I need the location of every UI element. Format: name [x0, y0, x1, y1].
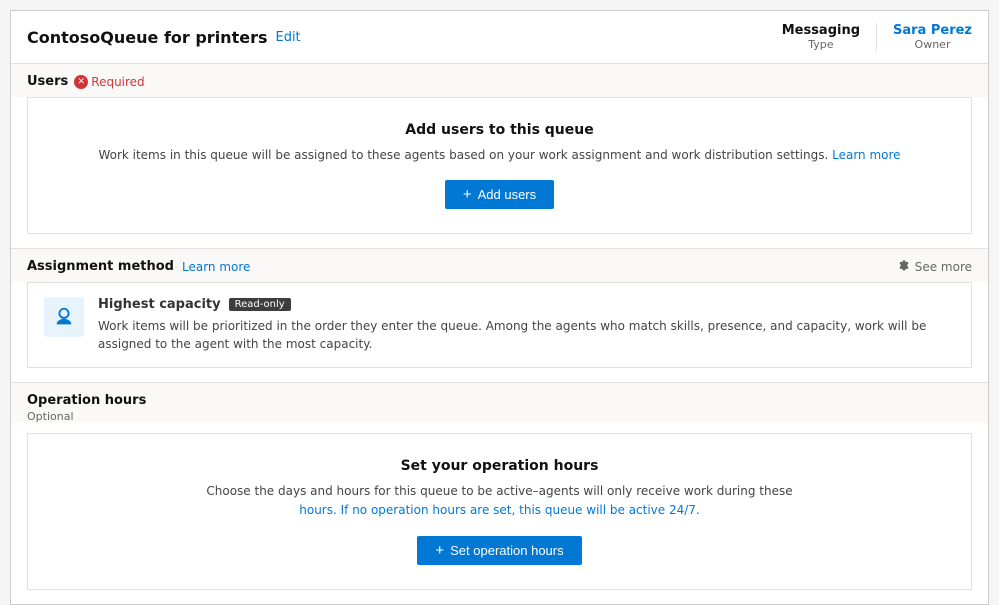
operation-section-header: Operation hours Optional: [11, 382, 988, 423]
assignment-section-header: Assignment method Learn more See more: [11, 248, 988, 282]
assignment-card: Highest capacity Read-only Work items wi…: [27, 282, 972, 368]
operation-optional-text: Optional: [27, 410, 972, 423]
set-operation-hours-button[interactable]: + Set operation hours: [417, 536, 581, 565]
required-badge: ✕ Required: [74, 75, 144, 89]
add-users-button[interactable]: + Add users: [445, 180, 554, 209]
assignment-learn-more-link[interactable]: Learn more: [182, 260, 250, 274]
header-left: ContosoQueue for printers Edit: [27, 28, 301, 47]
add-users-plus-icon: +: [463, 187, 472, 202]
users-label: Users: [27, 74, 68, 89]
header-meta-owner: Sara Perez Owner: [877, 23, 972, 51]
operation-panel: Set your operation hours Choose the days…: [27, 433, 972, 590]
owner-label: Owner: [893, 38, 972, 51]
add-users-label: Add users: [478, 187, 537, 202]
gear-icon: [897, 260, 911, 274]
edit-link[interactable]: Edit: [275, 30, 300, 45]
operation-panel-desc: Choose the days and hours for this queue…: [48, 482, 951, 520]
page-title: ContosoQueue for printers: [27, 28, 267, 47]
users-label-left: Users ✕ Required: [27, 74, 145, 89]
header-right: Messaging Type Sara Perez Owner: [782, 23, 972, 51]
users-panel-heading: Add users to this queue: [48, 122, 951, 138]
users-learn-more-link[interactable]: Learn more: [832, 148, 900, 162]
meta-type-value: Messaging: [782, 23, 860, 38]
operation-desc-line1: Choose the days and hours for this queue…: [206, 484, 792, 498]
set-operation-label: Set operation hours: [450, 543, 563, 558]
owner-link[interactable]: Sara Perez: [893, 23, 972, 38]
assignment-icon-box: [44, 297, 84, 337]
header-meta-type: Messaging Type: [782, 23, 877, 51]
set-operation-plus-icon: +: [435, 543, 444, 558]
users-section-header: Users ✕ Required: [11, 64, 988, 97]
assignment-method-name: Highest capacity: [98, 297, 221, 312]
header: ContosoQueue for printers Edit Messaging…: [11, 11, 988, 64]
assignment-card-title-row: Highest capacity Read-only: [98, 297, 955, 312]
assignment-card-content: Highest capacity Read-only Work items wi…: [98, 297, 955, 353]
main-container: ContosoQueue for printers Edit Messaging…: [10, 10, 989, 605]
see-more-button[interactable]: See more: [897, 260, 972, 274]
readonly-badge: Read-only: [229, 298, 291, 311]
operation-label: Operation hours: [27, 393, 972, 408]
assignment-description: Work items will be prioritized in the or…: [98, 317, 955, 353]
assignment-label-left: Assignment method Learn more: [27, 259, 250, 274]
users-desc-text: Work items in this queue will be assigne…: [98, 148, 828, 162]
capacity-icon: [53, 306, 75, 328]
users-panel: Add users to this queue Work items in th…: [27, 97, 972, 234]
see-more-label: See more: [915, 260, 972, 274]
assignment-label: Assignment method: [27, 259, 174, 274]
operation-panel-heading: Set your operation hours: [48, 458, 951, 474]
required-text: Required: [91, 75, 144, 89]
operation-desc-line2: hours. If no operation hours are set, th…: [299, 503, 700, 517]
meta-type-label: Type: [782, 38, 860, 51]
required-icon: ✕: [74, 75, 88, 89]
users-panel-desc: Work items in this queue will be assigne…: [48, 146, 951, 164]
